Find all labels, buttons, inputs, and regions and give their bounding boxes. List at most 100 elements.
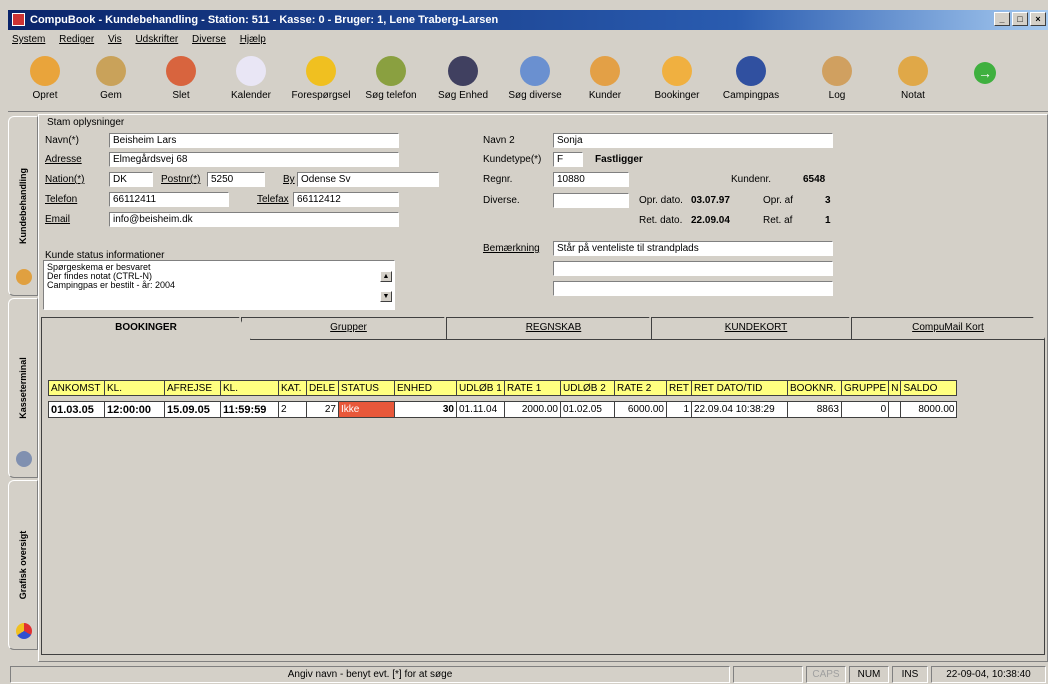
by-field[interactable]: Odense Sv	[297, 172, 439, 187]
toolbar-button-6[interactable]: Søg telefon	[356, 54, 426, 110]
side-tab-kasseterminal[interactable]: Kasseterminal	[8, 298, 38, 478]
bemaerkning-field[interactable]: Står på venteliste til strandplads	[553, 241, 833, 256]
toolbar-button-4[interactable]: Kalender	[216, 54, 286, 110]
opr-af-value: 3	[825, 195, 831, 206]
table-cell[interactable]: 12:00:00	[104, 401, 165, 418]
scroll-up-icon[interactable]: ▲	[380, 271, 392, 282]
table-cell[interactable]: 2000.00	[504, 401, 561, 418]
toolbar-button-10[interactable]: Bookinger	[642, 54, 712, 110]
table-row[interactable]: 01.03.05 12:00:00 15.09.05 11:59:59 2 27 Ikke 3…	[48, 401, 958, 418]
table-cell[interactable]: 8863	[787, 401, 842, 418]
side-tab-grafisk-oversigt[interactable]: Grafisk oversigt	[8, 480, 38, 650]
table-cell[interactable]: 22.09.04 10:38:29	[691, 401, 788, 418]
status-ins: INS	[892, 666, 928, 683]
column-header[interactable]: DELE	[306, 380, 339, 396]
menu-diverse[interactable]: Diverse	[192, 34, 226, 45]
column-header[interactable]: ANKOMST	[48, 380, 105, 396]
column-header[interactable]: RET DATO/TID	[691, 380, 788, 396]
column-header[interactable]: UDLØB 1	[456, 380, 505, 396]
table-cell[interactable]: Ikke	[338, 401, 395, 418]
navn2-field[interactable]: Sonja	[553, 133, 833, 148]
tab-bookinger[interactable]: BOOKINGER	[41, 317, 251, 340]
column-header[interactable]: SALDO	[900, 380, 958, 396]
table-cell[interactable]: 6000.00	[614, 401, 667, 418]
column-header[interactable]: AFREJSE	[164, 380, 221, 396]
column-header[interactable]: RATE 1	[504, 380, 561, 396]
table-cell[interactable]: 30	[394, 401, 457, 418]
toolbar-button-5[interactable]: Forespørgsel	[286, 54, 356, 110]
toolbar-button-1[interactable]: Opret	[10, 54, 80, 110]
navn-field[interactable]: Beisheim Lars	[109, 133, 399, 148]
toolbar-button-13[interactable]: Notat	[878, 54, 948, 110]
table-cell[interactable]: 01.11.04	[456, 401, 505, 418]
telefon-field[interactable]: 66112411	[109, 192, 229, 207]
bookings-panel: ANKOMST KL. AFREJSE KL. KAT. DELE STATUS ENHED U…	[41, 339, 1045, 655]
regnr-field[interactable]: 10880	[553, 172, 629, 187]
toolbar-button-2[interactable]: Gem	[76, 54, 146, 110]
menu-system[interactable]: System	[12, 34, 45, 45]
table-cell[interactable]: 1	[666, 401, 692, 418]
table-cell[interactable]: 15.09.05	[164, 401, 221, 418]
menu-vis[interactable]: Vis	[108, 34, 122, 45]
column-header[interactable]: BOOKNR.	[787, 380, 842, 396]
nation-field[interactable]: DK	[109, 172, 153, 187]
next-arrow-icon: →	[974, 62, 996, 84]
adresse-field[interactable]: Elmegårdsvej 68	[109, 152, 399, 167]
magnifier-icon	[520, 56, 550, 86]
tab-compumail-kort[interactable]: CompuMail Kort	[851, 317, 1045, 339]
menu-hjaelp[interactable]: Hjælp	[240, 34, 266, 45]
toolbar-button-9[interactable]: Kunder	[570, 54, 640, 110]
bemaerkning-field-2[interactable]	[553, 261, 833, 276]
table-cell[interactable]: 11:59:59	[220, 401, 279, 418]
table-cell[interactable]: 0	[840, 401, 890, 418]
toolbar-button-14[interactable]: →	[950, 54, 1020, 110]
toolbar-button-label: Søg Enhed	[437, 90, 489, 101]
column-header[interactable]: UDLØB 2	[560, 380, 615, 396]
maximize-button[interactable]: □	[1012, 12, 1028, 26]
tab-regnskab[interactable]: REGNSKAB	[446, 317, 661, 339]
menu-rediger[interactable]: Rediger	[59, 34, 94, 45]
table-cell[interactable]: 8000.00	[900, 401, 958, 418]
column-header[interactable]: STATUS	[338, 380, 395, 396]
ret-dato-label: Ret. dato.	[639, 215, 683, 226]
tab-kundekort[interactable]: KUNDEKORT	[651, 317, 861, 339]
toolbar-button-label: Slet	[172, 90, 190, 101]
toolbar-button-label: Notat	[901, 90, 925, 101]
table-cell[interactable]: 2	[278, 401, 307, 418]
column-header[interactable]: N	[888, 380, 902, 396]
tab-strip: BOOKINGER Grupper REGNSKAB KUNDEKORT Com…	[41, 317, 1045, 339]
column-header[interactable]: GRUPPE	[840, 380, 890, 396]
column-header[interactable]: KL.	[220, 380, 279, 396]
status-datetime: 22-09-04, 10:38:40	[931, 666, 1046, 683]
tab-grupper[interactable]: Grupper	[241, 317, 456, 339]
table-cell[interactable]: 01.03.05	[48, 401, 105, 418]
side-tab-label: Kundebehandling	[18, 168, 28, 244]
column-header[interactable]: RET	[666, 380, 692, 396]
diverse-field[interactable]	[553, 193, 629, 208]
note-icon	[898, 56, 928, 86]
toolbar-button-12[interactable]: Log	[802, 54, 872, 110]
scroll-down-icon[interactable]: ▼	[380, 291, 392, 302]
kundetype-field[interactable]: F	[553, 152, 583, 167]
telefax-field[interactable]: 66112412	[293, 192, 399, 207]
table-cell[interactable]	[888, 401, 902, 418]
toolbar-button-label: Søg telefon	[365, 90, 417, 101]
postnr-field[interactable]: 5250	[207, 172, 265, 187]
table-cell[interactable]: 01.02.05	[560, 401, 615, 418]
close-button[interactable]: ×	[1030, 12, 1046, 26]
status-info-list[interactable]: Spørgeskema er besvaret Der findes notat…	[43, 260, 395, 310]
column-header[interactable]: KL.	[104, 380, 165, 396]
email-field[interactable]: info@beisheim.dk	[109, 212, 399, 227]
toolbar-button-3[interactable]: Slet	[146, 54, 216, 110]
minimize-button[interactable]: _	[994, 12, 1010, 26]
bemaerkning-field-3[interactable]	[553, 281, 833, 296]
toolbar-button-11[interactable]: Campingpas	[716, 54, 786, 110]
table-cell[interactable]: 27	[306, 401, 339, 418]
toolbar-button-8[interactable]: Søg diverse	[500, 54, 570, 110]
column-header[interactable]: KAT.	[278, 380, 307, 396]
side-tab-kundebehandling[interactable]: Kundebehandling	[8, 116, 38, 296]
menu-udskrifter[interactable]: Udskrifter	[135, 34, 178, 45]
column-header[interactable]: ENHED	[394, 380, 457, 396]
toolbar-button-7[interactable]: Søg Enhed	[428, 54, 498, 110]
column-header[interactable]: RATE 2	[614, 380, 667, 396]
